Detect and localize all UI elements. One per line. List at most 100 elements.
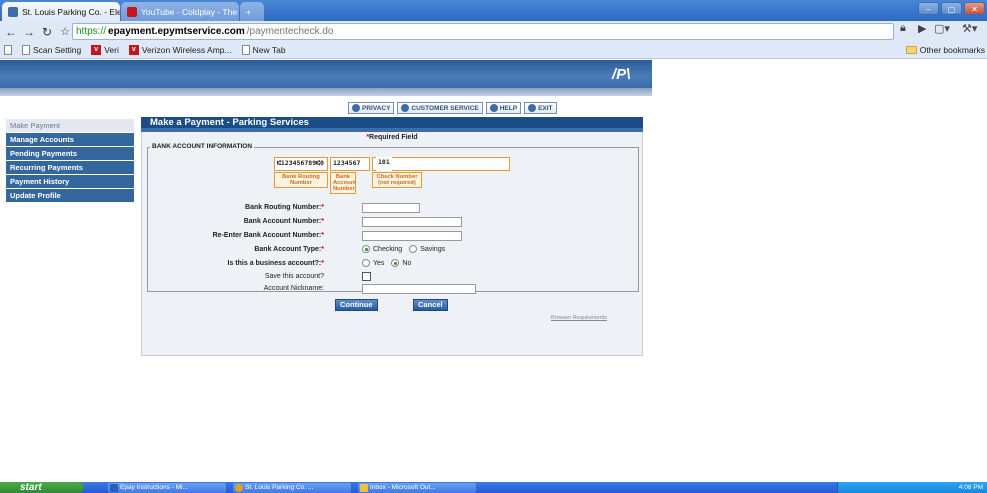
word-icon — [110, 484, 118, 492]
reenter-account-input[interactable] — [362, 231, 462, 241]
privacy-label: PRIVACY — [362, 104, 391, 112]
taskbar-item-epay-instructions[interactable]: Epay Instructions - Mi... — [108, 483, 226, 493]
browser-requirements-link[interactable]: Browser Requirements — [551, 315, 607, 321]
checking-label: Checking — [373, 245, 403, 253]
exit-icon — [528, 104, 537, 112]
back-arrow-icon[interactable]: ← — [2, 24, 20, 40]
routing-digits: ⑆123456789⑆0 — [274, 157, 328, 171]
tab-title: St. Louis Parking Co. - Elec... — [22, 6, 120, 17]
wrench-menu-icon[interactable]: ⚒▾ — [962, 22, 977, 35]
account-number-input[interactable] — [362, 217, 462, 227]
bookmark-item[interactable] — [4, 45, 12, 55]
sidebar-item-recurring-payments[interactable]: Recurring Payments — [6, 161, 134, 174]
bookmark-veri[interactable]: v Veri — [91, 45, 119, 55]
privacy-icon — [352, 104, 360, 112]
windows-taskbar: start Epay Instructions - Mi... St. Loui… — [0, 482, 987, 493]
nickname-label-text: Account Nickname: — [263, 285, 324, 292]
sidebar-item-pending-payments[interactable]: Pending Payments — [6, 147, 134, 160]
routing-number-input[interactable] — [362, 203, 420, 213]
bookmark-scan-setting[interactable]: Scan Setting — [22, 45, 81, 55]
youtube-favicon-icon — [127, 6, 137, 17]
no-label: No — [402, 259, 412, 267]
bookmark-new-tab[interactable]: New Tab — [241, 45, 286, 55]
browser-tab-strip: St. Louis Parking Co. - Elec... ✕ YouTub… — [0, 0, 987, 21]
sidebar-item-manage-accounts[interactable]: Manage Accounts — [6, 133, 134, 146]
system-tray: 4:08 PM — [837, 482, 987, 493]
reenter-label-text: Re-Enter Bank Account Number:* — [212, 232, 324, 239]
sidebar-item-payment-history[interactable]: Payment History — [6, 175, 134, 188]
nickname-input[interactable] — [362, 284, 476, 294]
page-icon — [4, 45, 12, 55]
save-label-text: Save this account? — [264, 273, 324, 280]
account-type-row: Bank Account Type:* Checking Savings — [148, 245, 638, 256]
savings-radio[interactable] — [409, 245, 418, 253]
save-account-checkbox[interactable] — [362, 272, 371, 281]
sidebar-item-update-profile[interactable]: Update Profile — [6, 189, 134, 202]
plus-icon: + — [246, 6, 251, 17]
bookmark-label: New Tab — [252, 45, 286, 55]
cancel-button[interactable]: Cancel — [413, 299, 448, 311]
tab-st-louis-parking[interactable]: St. Louis Parking Co. - Elec... ✕ — [2, 2, 120, 21]
business-no-radio[interactable] — [391, 259, 400, 267]
task-label: Epay Instructions - Mi... — [120, 484, 188, 491]
business-yes-radio[interactable] — [362, 259, 370, 267]
business-row: Is this a business account?:* Yes No — [148, 259, 638, 270]
required-note-text: Required Field — [369, 134, 418, 141]
account-row: Bank Account Number:* — [148, 217, 638, 228]
nickname-row: Account Nickname: — [148, 284, 638, 295]
help-icon — [489, 104, 498, 112]
minimize-icon[interactable]: – — [918, 2, 939, 15]
lock-icon[interactable]: 🔒︎ — [900, 22, 906, 35]
required-field-note: *Required Field — [142, 134, 642, 141]
verizon-icon: v — [128, 45, 139, 55]
taskbar-item-st-louis-parking[interactable]: St. Louis Parking Co. ... — [233, 483, 351, 493]
task-label: Inbox - Microsoft Out... — [370, 484, 436, 491]
save-row: Save this account? — [148, 272, 638, 283]
bookmark-verizon-wireless[interactable]: v Verizon Wireless Amp... — [128, 45, 232, 55]
other-bookmarks[interactable]: Other bookmarks — [905, 45, 985, 55]
help-label: HELP — [499, 104, 518, 112]
sidebar-nav: Make Payment Manage Accounts Pending Pay… — [6, 119, 134, 203]
help-link[interactable]: HELP — [485, 102, 522, 114]
outlook-icon — [360, 484, 368, 492]
continue-button[interactable]: Continue — [335, 299, 378, 311]
address-bar[interactable]: https:// epayment.epymtservice.com /paym… — [72, 23, 894, 40]
close-window-icon[interactable]: ✕ — [964, 2, 985, 15]
payment-form: *Required Field BANK ACCOUNT INFORMATION… — [141, 132, 643, 356]
customer-service-label: CUSTOMER SERVICE — [411, 104, 479, 112]
info-icon — [401, 104, 410, 112]
epay-favicon-icon — [8, 6, 18, 17]
maximize-icon[interactable]: ▢ — [941, 2, 962, 15]
taskbar-item-inbox-outlook[interactable]: Inbox - Microsoft Out... — [358, 483, 476, 493]
other-bookmarks-label: Other bookmarks — [919, 45, 985, 55]
customer-service-link[interactable]: CUSTOMER SERVICE — [397, 102, 483, 114]
savings-label: Savings — [420, 245, 446, 253]
page-icon — [241, 45, 250, 55]
check-number-label: Check Number (not required) — [372, 172, 422, 188]
routing-label-text: Bank Routing Number:* — [245, 204, 324, 211]
business-label-text: Is this a business account?:* — [227, 260, 324, 267]
bookmark-label: Scan Setting — [33, 45, 82, 55]
sidebar-item-make-payment[interactable]: Make Payment — [6, 119, 134, 132]
privacy-link[interactable]: PRIVACY — [348, 102, 395, 114]
forward-arrow-icon[interactable]: → — [20, 24, 38, 40]
url-path: /paymentecheck.do — [246, 26, 334, 37]
exit-link[interactable]: EXIT — [524, 102, 557, 114]
reload-icon[interactable]: ↻ — [38, 24, 56, 40]
business-radio-group: Yes No — [362, 259, 411, 267]
tab-youtube[interactable]: YouTube - Coldplay - The S... ✕ — [121, 2, 239, 21]
start-button[interactable]: start — [0, 482, 84, 493]
play-icon[interactable]: ▶ — [918, 22, 926, 35]
verizon-icon: v — [91, 45, 102, 55]
reenter-row: Re-Enter Bank Account Number:* — [148, 231, 638, 242]
new-tab-button[interactable]: + — [240, 2, 264, 21]
bookmark-label: Veri — [104, 45, 119, 55]
page-menu-icon[interactable]: ▢▾ — [934, 22, 950, 35]
site-logo: /P\ — [612, 66, 631, 83]
page-title: Make a Payment - Parking Services — [141, 117, 643, 128]
url-domain: epayment.epymtservice.com — [108, 26, 245, 37]
account-type-radio-group: Checking Savings — [362, 245, 445, 253]
bookmarks-bar: Scan Setting v Veri v Verizon Wireless A… — [0, 42, 987, 59]
window-controls: – ▢ ✕ — [918, 2, 985, 15]
checking-radio[interactable] — [362, 245, 370, 253]
